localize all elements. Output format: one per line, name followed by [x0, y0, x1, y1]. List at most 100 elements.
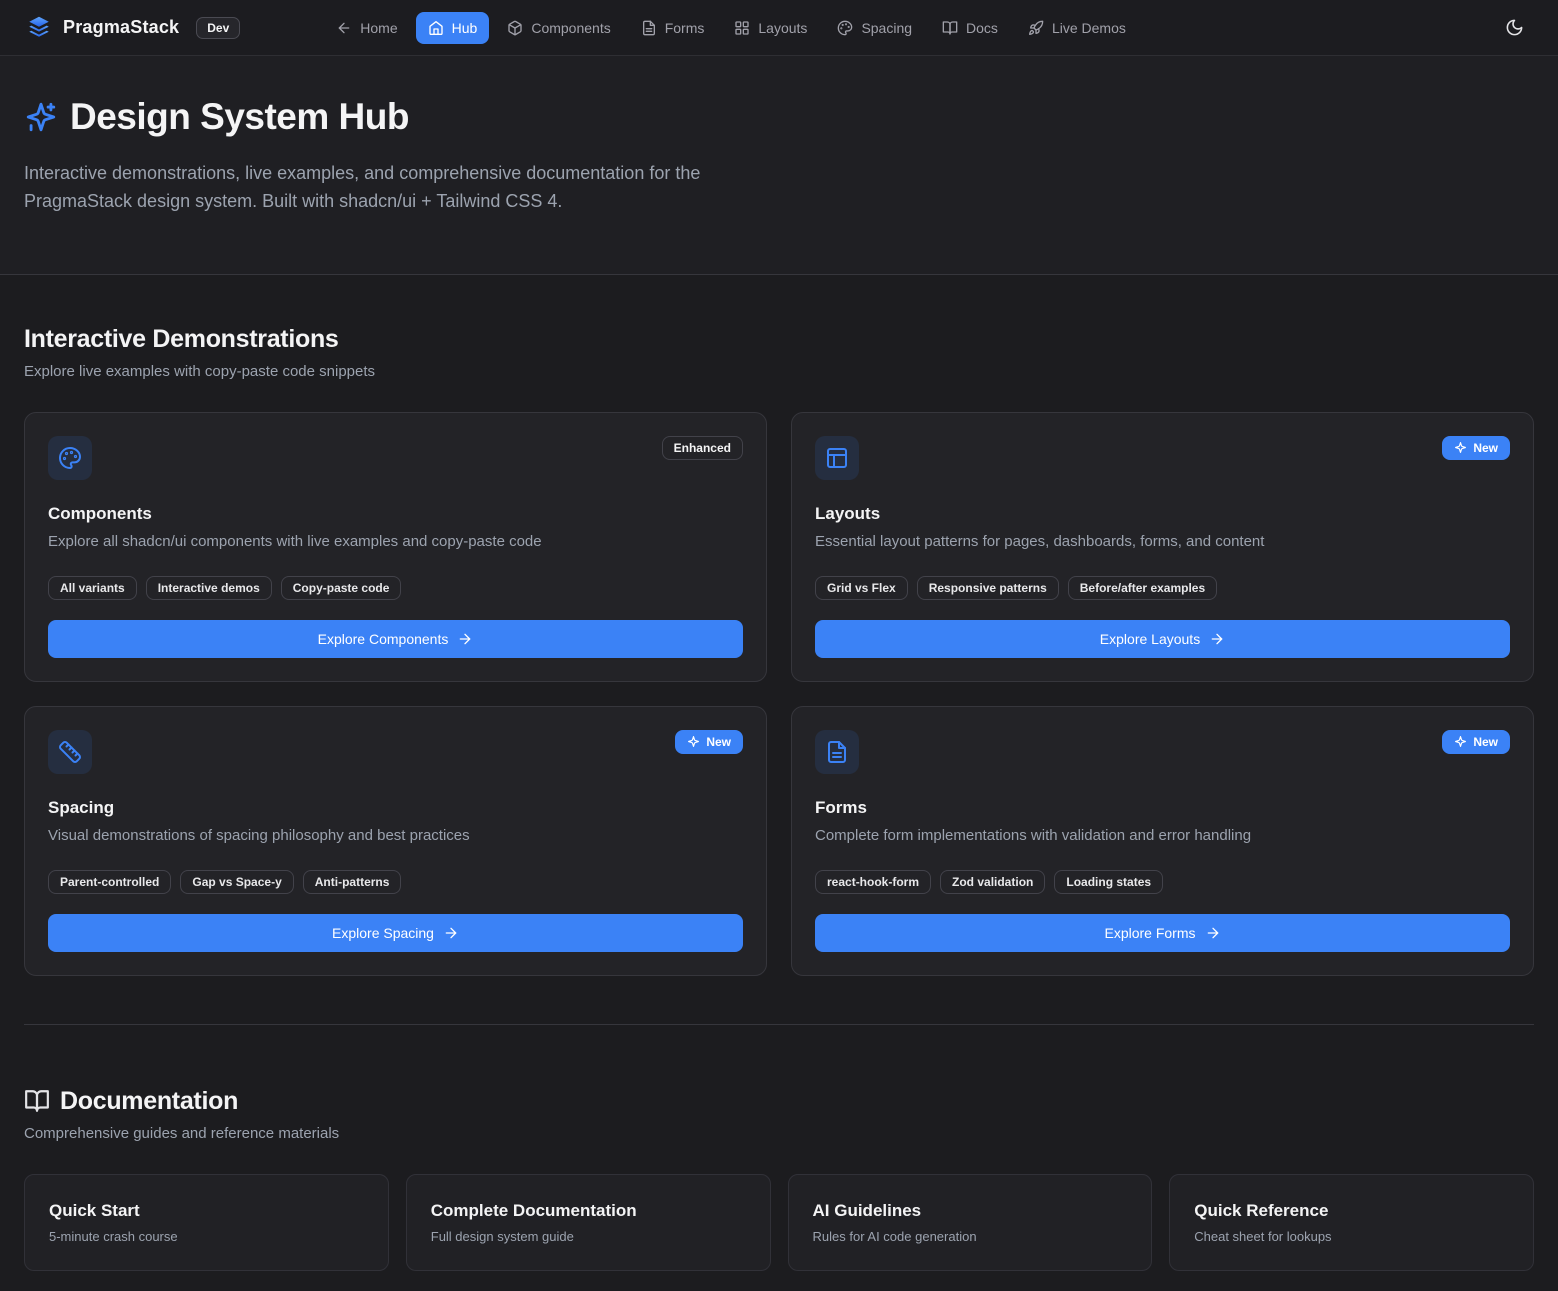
nav-label: Spacing — [861, 20, 912, 36]
status-badge: Enhanced — [662, 436, 743, 460]
new-badge: New — [1442, 436, 1510, 460]
demo-card-forms: New Forms Complete form implementations … — [791, 706, 1534, 976]
nav-label: Forms — [665, 20, 705, 36]
sparkles-icon — [687, 735, 700, 748]
card-description: Essential layout patterns for pages, das… — [815, 533, 1510, 550]
tag: Copy-paste code — [281, 576, 402, 600]
home-icon — [428, 20, 444, 36]
layers-icon — [26, 15, 52, 41]
tag: All variants — [48, 576, 137, 600]
explore-components-button[interactable]: Explore Components — [48, 620, 743, 658]
nav-item-components[interactable]: Components — [495, 12, 622, 44]
badge-label: New — [1473, 735, 1498, 749]
top-navbar: PragmaStack Dev Home Hub Components Fo — [0, 0, 1558, 56]
tag: react-hook-form — [815, 870, 931, 894]
tag: Gap vs Space-y — [180, 870, 293, 894]
nav-label: Docs — [966, 20, 998, 36]
explore-spacing-button[interactable]: Explore Spacing — [48, 914, 743, 952]
nav-item-docs[interactable]: Docs — [930, 12, 1010, 44]
nav-item-home[interactable]: Home — [324, 12, 409, 44]
doc-card-quick-start[interactable]: Quick Start 5-minute crash course — [24, 1174, 389, 1271]
demo-card-layouts: New Layouts Essential layout patterns fo… — [791, 412, 1534, 682]
explore-layouts-button[interactable]: Explore Layouts — [815, 620, 1510, 658]
nav-label: Hub — [452, 20, 478, 36]
brand[interactable]: PragmaStack Dev — [26, 15, 240, 41]
brand-name: PragmaStack — [63, 17, 179, 38]
doc-card-ai-guidelines[interactable]: AI Guidelines Rules for AI code generati… — [788, 1174, 1153, 1271]
demos-heading: Interactive Demonstrations — [24, 325, 1534, 354]
main-content: Interactive Demonstrations Explore live … — [0, 325, 1558, 1271]
nav-label: Home — [360, 20, 397, 36]
nav-label: Components — [531, 20, 610, 36]
button-label: Explore Components — [318, 631, 449, 647]
tag: Interactive demos — [146, 576, 272, 600]
main-nav: Home Hub Components Forms Layouts — [324, 12, 1138, 44]
badge-label: Enhanced — [674, 441, 731, 455]
tag: Parent-controlled — [48, 870, 171, 894]
docs-heading: Documentation — [24, 1087, 1534, 1116]
section-divider — [24, 1024, 1534, 1025]
sparkles-icon — [24, 100, 58, 134]
doc-card-complete-documentation[interactable]: Complete Documentation Full design syste… — [406, 1174, 771, 1271]
palette-icon — [48, 436, 92, 480]
nav-item-hub[interactable]: Hub — [416, 12, 490, 44]
explore-forms-button[interactable]: Explore Forms — [815, 914, 1510, 952]
card-description: Full design system guide — [431, 1229, 746, 1244]
file-text-icon — [641, 20, 657, 36]
book-open-icon — [942, 20, 958, 36]
arrow-right-icon — [1205, 925, 1221, 941]
layout-grid-icon — [734, 20, 750, 36]
nav-label: Layouts — [758, 20, 807, 36]
card-title: Layouts — [815, 504, 1510, 524]
rocket-icon — [1028, 20, 1044, 36]
tag-row: react-hook-form Zod validation Loading s… — [815, 870, 1510, 894]
tag-row: All variants Interactive demos Copy-past… — [48, 576, 743, 600]
card-description: Rules for AI code generation — [813, 1229, 1128, 1244]
tag: Grid vs Flex — [815, 576, 908, 600]
badge-label: New — [706, 735, 731, 749]
demos-subheading: Explore live examples with copy-paste co… — [24, 363, 1534, 380]
page-subtitle: Interactive demonstrations, live example… — [24, 160, 774, 216]
tag-row: Parent-controlled Gap vs Space-y Anti-pa… — [48, 870, 743, 894]
doc-card-grid: Quick Start 5-minute crash course Comple… — [24, 1174, 1534, 1271]
sparkles-icon — [1454, 735, 1467, 748]
demos-section-head: Interactive Demonstrations Explore live … — [24, 325, 1534, 380]
tag: Zod validation — [940, 870, 1045, 894]
button-label: Explore Layouts — [1100, 631, 1200, 647]
hero-section: Design System Hub Interactive demonstrat… — [0, 56, 1558, 275]
arrow-left-icon — [336, 20, 352, 36]
docs-heading-label: Documentation — [60, 1087, 238, 1116]
nav-item-spacing[interactable]: Spacing — [825, 12, 924, 44]
nav-item-forms[interactable]: Forms — [629, 12, 717, 44]
box-icon — [507, 20, 523, 36]
moon-icon — [1505, 18, 1524, 37]
new-badge: New — [675, 730, 743, 754]
nav-item-layouts[interactable]: Layouts — [722, 12, 819, 44]
demo-card-spacing: New Spacing Visual demonstrations of spa… — [24, 706, 767, 976]
ruler-icon — [48, 730, 92, 774]
tag: Before/after examples — [1068, 576, 1217, 600]
theme-toggle-button[interactable] — [1497, 10, 1532, 45]
nav-item-live-demos[interactable]: Live Demos — [1016, 12, 1138, 44]
palette-icon — [837, 20, 853, 36]
file-text-icon — [815, 730, 859, 774]
card-title: Spacing — [48, 798, 743, 818]
tag: Loading states — [1054, 870, 1163, 894]
tag: Anti-patterns — [303, 870, 402, 894]
env-badge: Dev — [196, 17, 240, 39]
button-label: Explore Spacing — [332, 925, 434, 941]
card-description: Cheat sheet for lookups — [1194, 1229, 1509, 1244]
doc-card-quick-reference[interactable]: Quick Reference Cheat sheet for lookups — [1169, 1174, 1534, 1271]
card-description: Explore all shadcn/ui components with li… — [48, 533, 743, 550]
tag-row: Grid vs Flex Responsive patterns Before/… — [815, 576, 1510, 600]
arrow-right-icon — [443, 925, 459, 941]
demo-card-grid: Enhanced Components Explore all shadcn/u… — [24, 412, 1534, 976]
nav-label: Live Demos — [1052, 20, 1126, 36]
new-badge: New — [1442, 730, 1510, 754]
arrow-right-icon — [457, 631, 473, 647]
arrow-right-icon — [1209, 631, 1225, 647]
tag: Responsive patterns — [917, 576, 1059, 600]
badge-label: New — [1473, 441, 1498, 455]
panels-top-left-icon — [815, 436, 859, 480]
demo-card-components: Enhanced Components Explore all shadcn/u… — [24, 412, 767, 682]
